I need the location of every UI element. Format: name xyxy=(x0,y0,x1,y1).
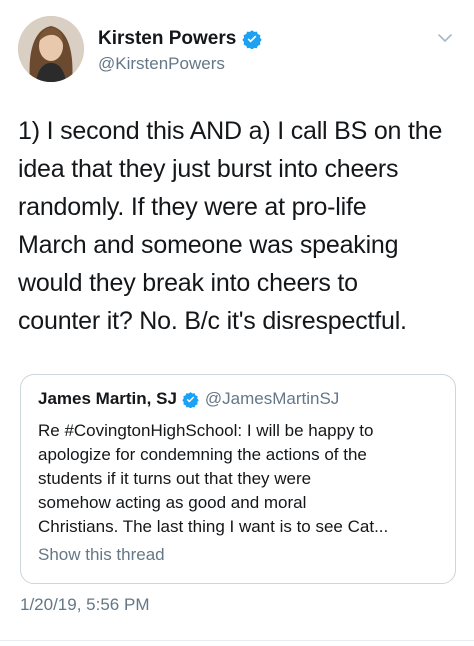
show-thread-link[interactable]: Show this thread xyxy=(38,545,165,565)
quoted-tweet-header: James Martin, SJ @JamesMartinSJ xyxy=(38,389,339,409)
tweet-text: 1) I second this AND a) I call BS on the… xyxy=(18,117,443,335)
author-handle[interactable]: @KirstenPowers xyxy=(98,54,262,74)
verified-badge-icon xyxy=(242,30,262,49)
author-block: Kirsten Powers @KirstenPowers xyxy=(98,27,262,74)
chevron-down-icon[interactable] xyxy=(437,30,453,46)
tweet-timestamp[interactable]: 1/20/19, 5:56 PM xyxy=(20,595,149,615)
avatar-image xyxy=(18,16,84,82)
author-name[interactable]: Kirsten Powers xyxy=(98,28,236,50)
quoted-author-handle: @JamesMartinSJ xyxy=(204,389,340,408)
quoted-tweet[interactable]: James Martin, SJ @JamesMartinSJ Re #Covi… xyxy=(20,374,456,584)
avatar[interactable] xyxy=(18,16,84,82)
quoted-author-name: James Martin, SJ xyxy=(38,389,177,408)
verified-badge-icon xyxy=(182,391,199,408)
quoted-tweet-text: Re #CovingtonHighSchool: I will be happy… xyxy=(38,421,389,536)
divider xyxy=(0,640,474,641)
tweet-card: Kirsten Powers @KirstenPowers 1) I secon… xyxy=(0,0,474,646)
author-name-row: Kirsten Powers xyxy=(98,27,262,51)
